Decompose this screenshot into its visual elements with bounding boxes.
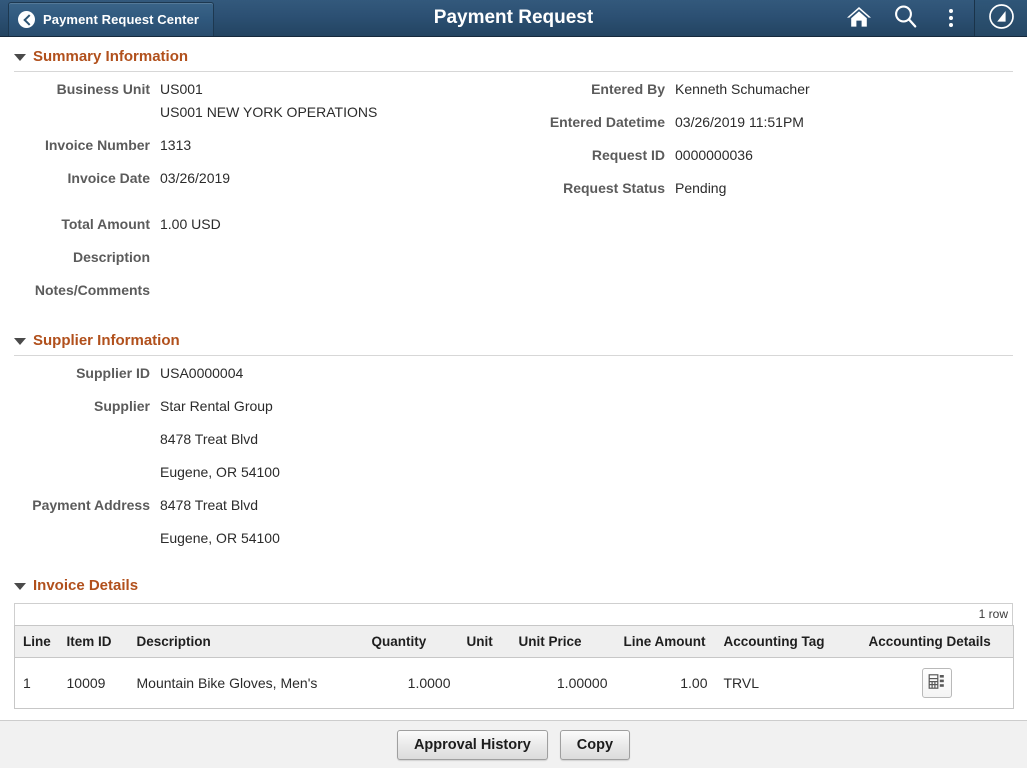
field-value: 0000000036 [675,147,1026,163]
field-value: 03/26/2019 11:51PM [675,114,1026,130]
column-header-line[interactable]: Line [15,626,59,658]
field-value: 03/26/2019 [160,170,513,186]
section-header-invoice-details[interactable]: Invoice Details [0,577,1027,594]
field-value: Star Rental Group [160,398,1027,414]
field-supplier-id: Supplier ID USA0000004 [0,365,1027,398]
field-supplier-address-line2: Eugene, OR 54100 [0,464,1027,497]
collapse-caret-icon [14,54,26,61]
field-value: US001 NEW YORK OPERATIONS [160,104,513,120]
field-label: Supplier [0,398,160,414]
field-value: Kenneth Schumacher [675,81,1026,97]
column-header-accounting-details[interactable]: Accounting Details [861,626,1014,658]
field-invoice-number: Invoice Number 1313 [0,128,513,170]
field-value: USA0000004 [160,365,1027,381]
field-label: Request Status [513,180,675,196]
cell-accounting-details [861,658,1014,709]
field-total-amount: Total Amount 1.00 USD [0,216,513,249]
navigator-button[interactable] [974,0,1027,36]
column-header-line-amount[interactable]: Line Amount [616,626,716,658]
column-header-quantity[interactable]: Quantity [364,626,459,658]
field-payment-address-line1: Payment Address 8478 Treat Blvd [0,497,1027,530]
row-count-label: 1 row [14,603,1013,625]
field-value: US001 [160,81,513,97]
field-request-status: Request Status Pending [513,180,1026,213]
back-to-payment-request-center-button[interactable]: Payment Request Center [8,2,214,36]
field-value: Eugene, OR 54100 [160,530,1027,546]
actions-menu-button[interactable] [928,0,974,36]
field-label: Invoice Date [0,170,160,186]
cell-quantity: 1.0000 [364,658,459,709]
field-invoice-date: Invoice Date 03/26/2019 [0,170,513,203]
section-header-summary-information[interactable]: Summary Information [0,48,1027,65]
field-notes-comments: Notes/Comments [0,282,513,315]
back-button-label: Payment Request Center [43,12,199,27]
field-label: Entered By [513,81,675,97]
field-entered-by: Entered By Kenneth Schumacher [513,81,1026,114]
field-label: Supplier ID [0,365,160,381]
cell-line-amount: 1.00 [616,658,716,709]
chevron-left-icon [18,11,35,28]
navbar-compass-icon [988,3,1015,33]
search-button[interactable] [882,0,928,36]
vertical-dots-icon [949,9,953,27]
column-header-unit[interactable]: Unit [459,626,511,658]
copy-button[interactable]: Copy [560,730,630,760]
field-label: Total Amount [0,216,160,232]
app-header-bar: Payment Request Center Payment Request [0,0,1027,37]
collapse-caret-icon [14,338,26,345]
home-button[interactable] [836,0,882,36]
page-footer-toolbar: Approval History Copy [0,720,1027,768]
field-supplier-address-line1: 8478 Treat Blvd [0,431,1027,464]
column-header-item-id[interactable]: Item ID [59,626,129,658]
collapse-caret-icon [14,583,26,590]
field-payment-address-line2: Eugene, OR 54100 [0,530,1027,563]
section-title-invoice-details: Invoice Details [33,577,138,594]
search-icon [893,4,918,32]
field-label: Request ID [513,147,675,163]
cell-unit-price: 1.00000 [511,658,616,709]
accounting-grid-icon [928,673,945,693]
field-spacer [0,203,513,216]
field-value: 8478 Treat Blvd [160,431,1027,447]
field-value: 8478 Treat Blvd [160,497,1027,513]
field-value: 1.00 USD [160,216,513,232]
field-description: Description [0,249,513,282]
field-label: Description [0,249,160,265]
approval-history-button[interactable]: Approval History [397,730,548,760]
field-value: 1313 [160,137,513,153]
home-icon [846,5,872,32]
section-title-summary-information: Summary Information [33,48,188,65]
cell-description: Mountain Bike Gloves, Men's [129,658,364,709]
summary-left-column: Business Unit US001 US001 NEW YORK OPERA… [0,81,513,315]
section-title-supplier-information: Supplier Information [33,332,180,349]
status-badge: Pending [675,180,1026,196]
field-label: Entered Datetime [513,114,675,130]
header-actions [836,0,1027,36]
column-header-unit-price[interactable]: Unit Price [511,626,616,658]
field-label: Invoice Number [0,137,160,153]
column-header-description[interactable]: Description [129,626,364,658]
section-header-supplier-information[interactable]: Supplier Information [0,332,1027,349]
field-value: Eugene, OR 54100 [160,464,1027,480]
field-supplier-name: Supplier Star Rental Group [0,398,1027,431]
invoice-details-grid: 1 row Line Item ID Description Quantity [14,594,1013,736]
field-label: Business Unit [0,81,160,97]
supplier-fields: Supplier ID USA0000004 Supplier Star Ren… [0,356,1027,563]
field-label: Payment Address [0,497,160,513]
table-row: 1 10009 Mountain Bike Gloves, Men's 1.00… [15,658,1014,709]
table-header-row: Line Item ID Description Quantity Unit U… [15,626,1014,658]
field-request-id: Request ID 0000000036 [513,147,1026,180]
field-entered-datetime: Entered Datetime 03/26/2019 11:51PM [513,114,1026,147]
cell-accounting-tag: TRVL [716,658,861,709]
field-business-unit-description: US001 NEW YORK OPERATIONS [0,104,513,128]
accounting-details-button[interactable] [922,668,952,698]
summary-right-column: Entered By Kenneth Schumacher Entered Da… [513,81,1026,315]
invoice-lines-table: Line Item ID Description Quantity Unit U… [14,625,1014,709]
cell-line: 1 [15,658,59,709]
payment-request-page: Summary Information Business Unit US001 … [0,37,1027,768]
cell-unit [459,658,511,709]
cell-item-id: 10009 [59,658,129,709]
field-label: Notes/Comments [0,282,160,298]
column-header-accounting-tag[interactable]: Accounting Tag [716,626,861,658]
